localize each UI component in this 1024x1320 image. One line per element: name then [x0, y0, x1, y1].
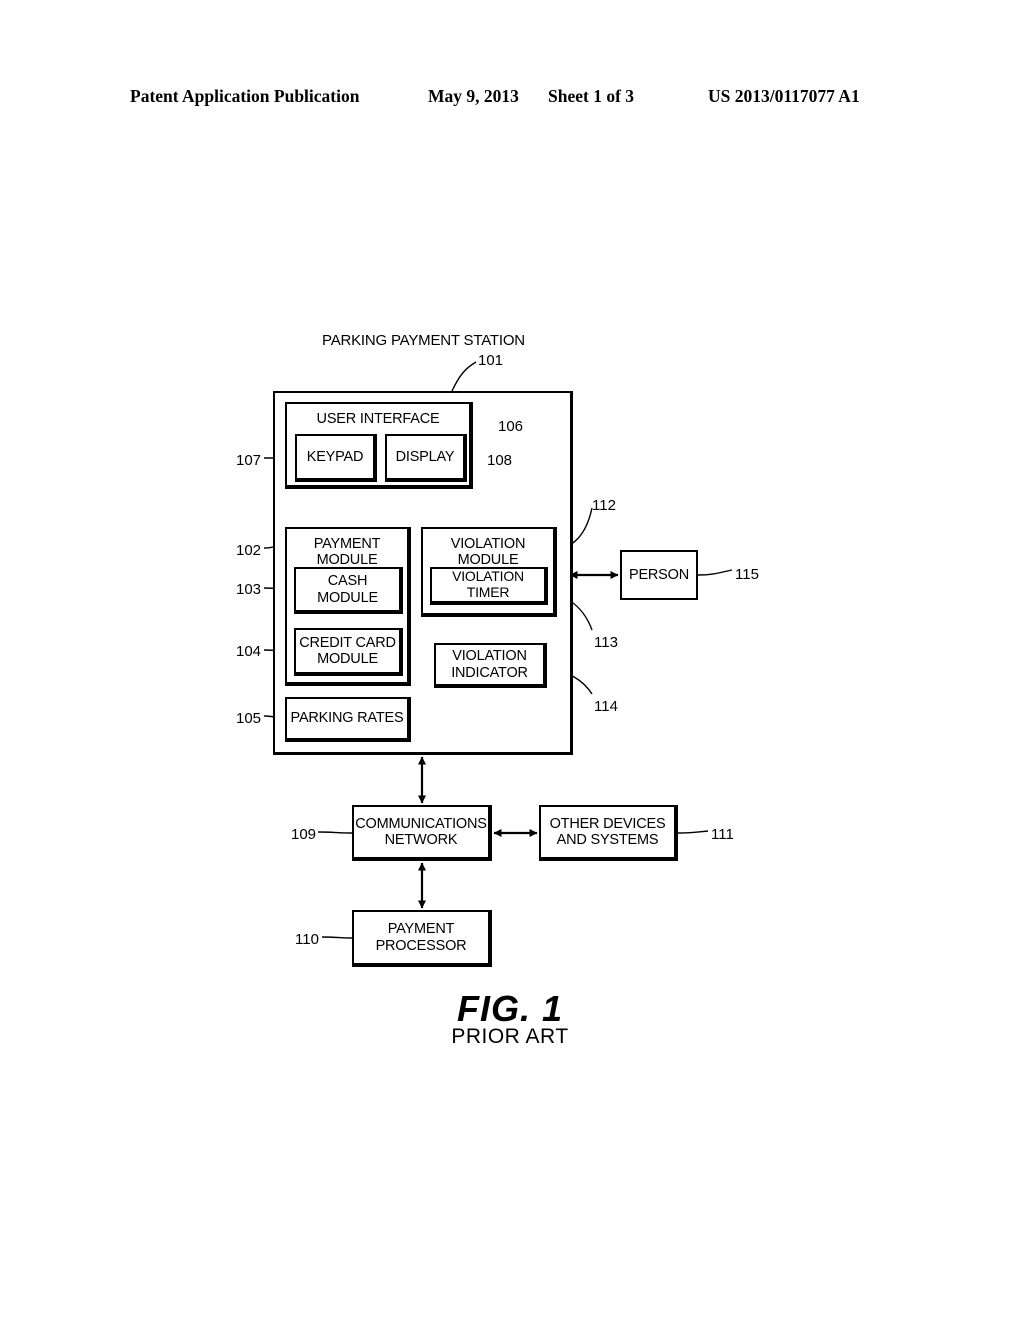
credit-card-module-label: CREDIT CARD MODULE [299, 634, 396, 667]
ref-numeral-115: 115 [735, 566, 759, 583]
display-box: DISPLAY [385, 434, 467, 482]
diagram-title: PARKING PAYMENT STATION [322, 332, 525, 349]
cash-module-box: CASH MODULE [294, 567, 403, 614]
ref-numeral-114: 114 [594, 698, 618, 715]
leader-line-109 [317, 831, 353, 834]
ref-numeral-109: 109 [291, 826, 317, 843]
leader-line-110 [321, 936, 353, 939]
violation-timer-box: VIOLATION TIMER [430, 567, 548, 605]
credit-card-module-box: CREDIT CARD MODULE [294, 628, 403, 676]
ref-numeral-105: 105 [236, 710, 262, 727]
violation-timer-label: VIOLATION TIMER [452, 568, 524, 600]
other-devices-and-systems-box: OTHER DEVICES AND SYSTEMS [539, 805, 678, 861]
ref-numeral-107: 107 [236, 452, 262, 469]
violation-indicator-label: VIOLATION INDICATOR [451, 648, 528, 681]
display-label: DISPLAY [395, 448, 455, 465]
person-box: PERSON [620, 550, 698, 600]
ref-numeral-111: 111 [711, 826, 734, 843]
ref-numeral-108: 108 [487, 452, 513, 469]
payment-processor-label: PAYMENT PROCESSOR [375, 921, 467, 954]
ref-numeral-113: 113 [594, 634, 618, 651]
payment-module-label: PAYMENT MODULE [313, 536, 381, 569]
leader-line-111 [677, 830, 709, 834]
payment-processor-box: PAYMENT PROCESSOR [352, 910, 492, 967]
prior-art-label: PRIOR ART [451, 1025, 569, 1048]
ref-numeral-102: 102 [236, 542, 262, 559]
leader-line-115 [697, 569, 733, 576]
ref-numeral-103: 103 [236, 581, 262, 598]
figure-number-label: FIG. 1 [456, 988, 564, 1029]
parking-rates-box: PARKING RATES [285, 697, 411, 742]
violation-module-label: VIOLATION MODULE [450, 536, 526, 569]
user-interface-label: USER INTERFACE [316, 411, 440, 427]
ref-numeral-106: 106 [498, 418, 524, 435]
keypad-label: KEYPAD [306, 448, 364, 465]
person-label: PERSON [628, 566, 690, 583]
leader-line-101 [451, 361, 477, 392]
ref-numeral-110: 110 [295, 931, 319, 948]
figure-1-diagram: PARKING PAYMENT STATION 101 USER INTERFA… [0, 0, 1024, 1320]
keypad-box: KEYPAD [295, 434, 377, 482]
ref-numeral-104: 104 [236, 643, 262, 660]
ref-numeral-112: 112 [592, 497, 616, 514]
violation-indicator-box: VIOLATION INDICATOR [434, 643, 547, 688]
communications-network-box: COMMUNICATIONS NETWORK [352, 805, 492, 861]
communications-network-label: COMMUNICATIONS NETWORK [355, 815, 487, 848]
parking-rates-label: PARKING RATES [290, 710, 404, 727]
cash-module-label: CASH MODULE [317, 573, 378, 606]
other-devices-and-systems-label: OTHER DEVICES AND SYSTEMS [549, 815, 666, 848]
ref-numeral-101: 101 [478, 352, 504, 369]
figure-caption: FIG. 1 PRIOR ART [380, 988, 640, 1049]
